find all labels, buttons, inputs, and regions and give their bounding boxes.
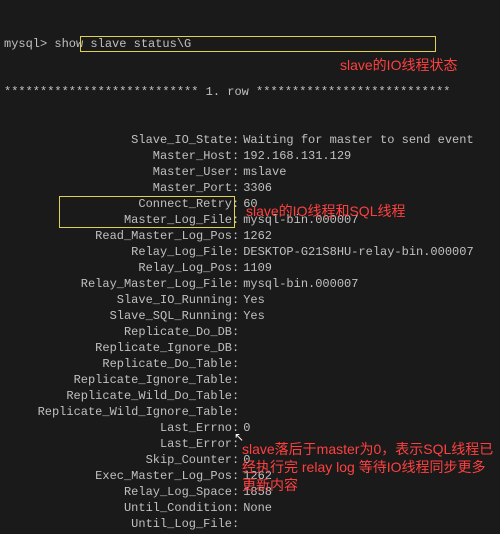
status-value: 3306 <box>239 180 272 196</box>
status-row: Master_Host:192.168.131.129 <box>0 148 500 164</box>
status-value: Yes <box>239 308 265 324</box>
status-row: Replicate_Do_Table: <box>0 356 500 372</box>
status-value <box>239 404 243 420</box>
status-key: Skip_Counter <box>0 452 232 468</box>
status-key: Replicate_Do_DB <box>0 324 232 340</box>
status-key: Replicate_Wild_Do_Table <box>0 388 232 404</box>
status-key: Until_Condition <box>0 500 232 516</box>
status-row: Replicate_Do_DB: <box>0 324 500 340</box>
mysql-prompt: mysql> show slave status\G <box>0 36 500 52</box>
status-key: Master_Log_File <box>0 212 232 228</box>
status-value: None <box>239 500 272 516</box>
status-key: Master_User <box>0 164 232 180</box>
status-value <box>239 324 243 340</box>
row-separator: *************************** 1. row *****… <box>0 84 500 100</box>
status-row: Master_Port:3306 <box>0 180 500 196</box>
status-value <box>239 372 243 388</box>
status-row: Relay_Log_Pos:1109 <box>0 260 500 276</box>
status-key: Last_Errno <box>0 420 232 436</box>
status-row: Replicate_Wild_Do_Table: <box>0 388 500 404</box>
status-key: Replicate_Ignore_Table <box>0 372 232 388</box>
status-key: Last_Error <box>0 436 232 452</box>
status-row: Read_Master_Log_Pos:1262 <box>0 228 500 244</box>
status-key: Replicate_Ignore_DB <box>0 340 232 356</box>
status-row: Slave_IO_Running:Yes <box>0 292 500 308</box>
status-value: Waiting for master to send event <box>239 132 473 148</box>
status-row: Relay_Log_File:DESKTOP-G21S8HU-relay-bin… <box>0 244 500 260</box>
status-key: Master_Host <box>0 148 232 164</box>
status-key: Relay_Log_Pos <box>0 260 232 276</box>
status-value <box>239 340 243 356</box>
status-key: Relay_Master_Log_File <box>0 276 232 292</box>
status-key: Relay_Log_File <box>0 244 232 260</box>
status-key: Connect_Retry <box>0 196 232 212</box>
status-value: mysql-bin.000007 <box>239 276 358 292</box>
status-key: Replicate_Do_Table <box>0 356 232 372</box>
status-key: Slave_SQL_Running <box>0 308 232 324</box>
status-value: Yes <box>239 292 265 308</box>
status-key: Slave_IO_Running <box>0 292 232 308</box>
status-value: 192.168.131.129 <box>239 148 351 164</box>
status-value: 1262 <box>239 228 272 244</box>
status-row: Replicate_Wild_Ignore_Table: <box>0 404 500 420</box>
annotation-io-sql-thread: slave的IO线程和SQL线程 <box>246 202 405 220</box>
cursor-icon: ↖ <box>234 430 244 446</box>
status-key: Read_Master_Log_Pos <box>0 228 232 244</box>
status-value: 1109 <box>239 260 272 276</box>
status-row: Slave_SQL_Running:Yes <box>0 308 500 324</box>
status-row: Until_Log_File: <box>0 516 500 532</box>
status-key: Relay_Log_Space <box>0 484 232 500</box>
status-key: Slave_IO_State <box>0 132 232 148</box>
status-row: Master_User:mslave <box>0 164 500 180</box>
status-row: Last_Errno:0 <box>0 420 500 436</box>
status-key: Replicate_Wild_Ignore_Table <box>0 404 232 420</box>
status-value <box>239 516 243 532</box>
status-row: Relay_Master_Log_File:mysql-bin.000007 <box>0 276 500 292</box>
annotation-seconds-behind: slave落后于master为0，表示SQL线程已经执行完 relay log … <box>242 440 498 494</box>
status-key: Master_Port <box>0 180 232 196</box>
status-value <box>239 356 243 372</box>
terminal-output: mysql> show slave status\G *************… <box>0 0 500 534</box>
status-row: Until_Condition:None <box>0 500 500 516</box>
status-row: Slave_IO_State:Waiting for master to sen… <box>0 132 500 148</box>
status-key: Until_Log_File <box>0 516 232 532</box>
status-value: mslave <box>239 164 286 180</box>
status-value <box>239 388 243 404</box>
annotation-io-state: slave的IO线程状态 <box>340 56 457 74</box>
status-row: Replicate_Ignore_Table: <box>0 372 500 388</box>
status-value: DESKTOP-G21S8HU-relay-bin.000007 <box>239 244 473 260</box>
status-key: Exec_Master_Log_Pos <box>0 468 232 484</box>
status-row: Replicate_Ignore_DB: <box>0 340 500 356</box>
